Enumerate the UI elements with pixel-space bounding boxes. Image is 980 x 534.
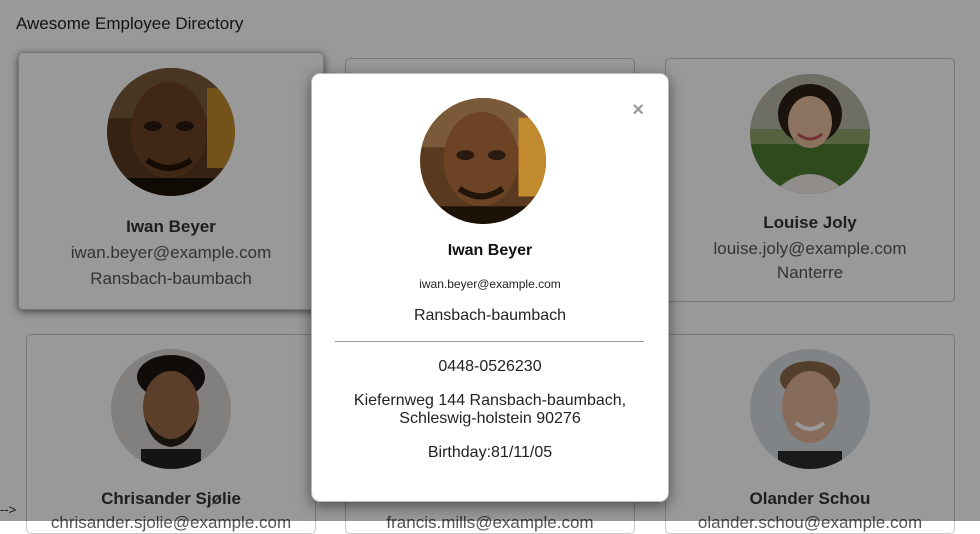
modal-birthday: Birthday:81/11/05 (427, 444, 553, 461)
modal-name: Iwan Beyer (447, 242, 533, 259)
modal-city: Ransbach-baumbach (413, 307, 567, 324)
close-icon[interactable]: × (632, 100, 644, 120)
modal-avatar (420, 98, 546, 224)
employee-modal: × Iwan Beyer iwan.beyer@example.com Rans… (311, 73, 669, 502)
modal-phone: 0448-0526230 (438, 358, 542, 375)
divider (335, 341, 644, 342)
modal-email: iwan.beyer@example.com (419, 277, 561, 291)
modal-address: Kiefernweg 144 Ransbach-baumbach, Schles… (353, 392, 627, 427)
